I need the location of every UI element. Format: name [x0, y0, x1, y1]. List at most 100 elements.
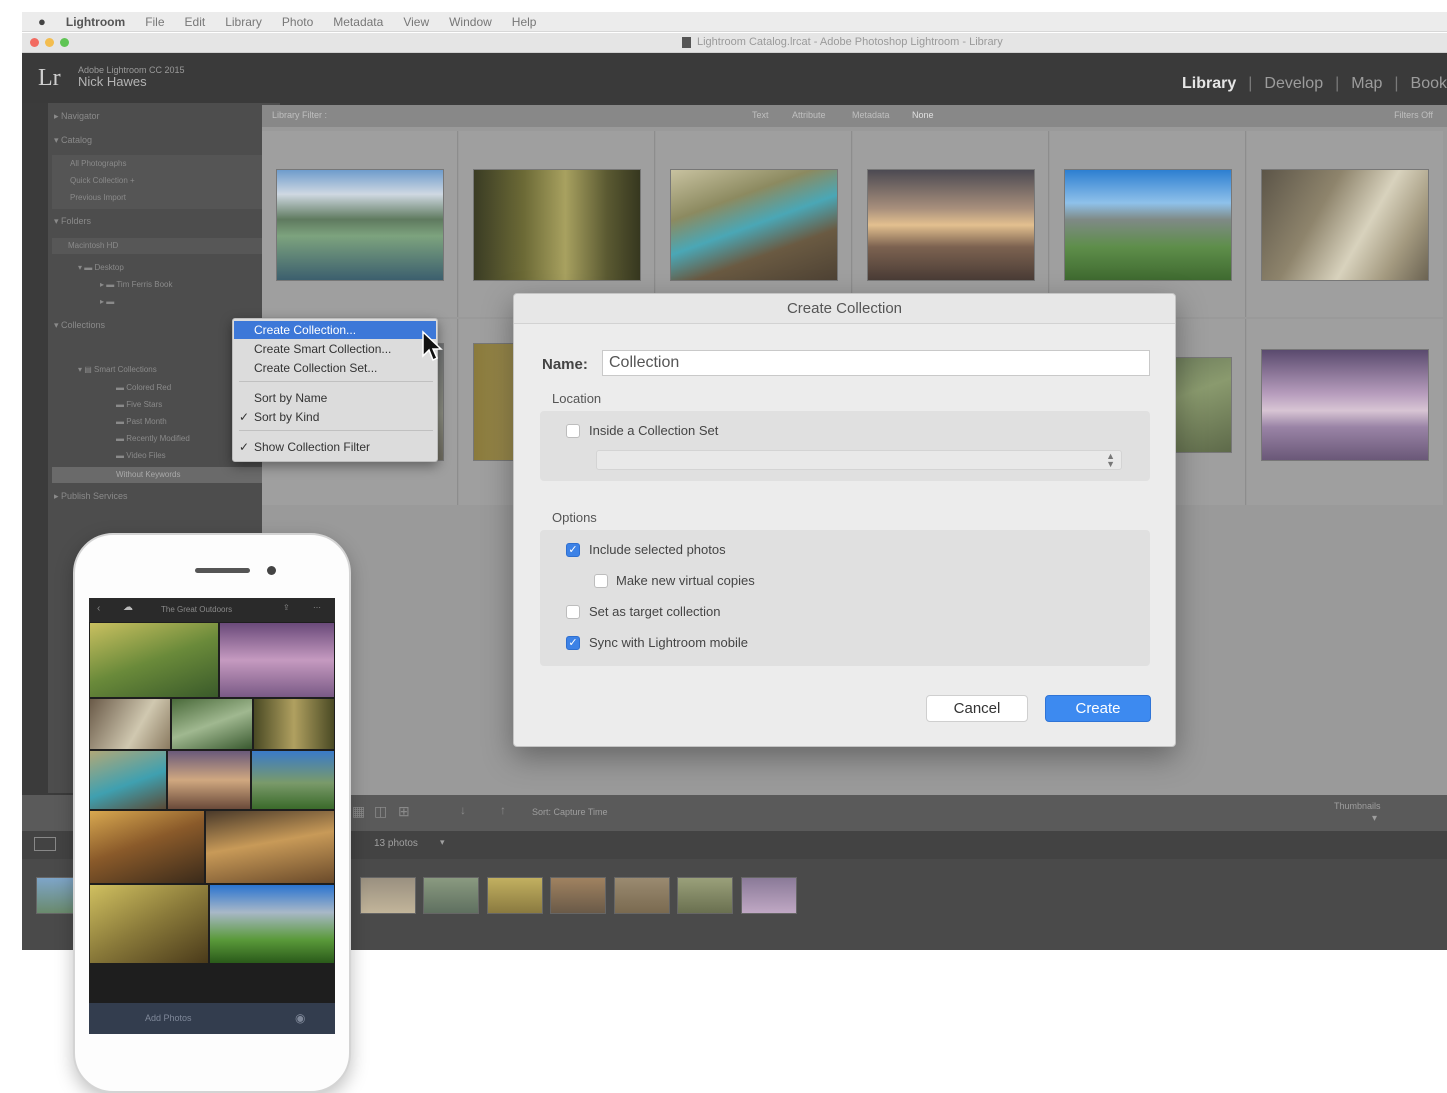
grid-cell[interactable] [262, 131, 458, 317]
add-photos-label[interactable]: Add Photos [145, 1013, 192, 1023]
module-map[interactable]: Map [1351, 75, 1382, 93]
filmstrip-thumbnail[interactable] [550, 877, 606, 914]
menu-metadata[interactable]: Metadata [333, 15, 383, 29]
catalog-item[interactable]: Quick Collection + [70, 176, 135, 187]
set-target-collection-checkbox[interactable] [566, 605, 580, 619]
menu-file[interactable]: File [145, 15, 164, 29]
grid-cell[interactable] [1050, 131, 1246, 317]
photo-thumbnail[interactable] [473, 169, 641, 281]
menu-window[interactable]: Window [449, 15, 492, 29]
collection-row[interactable]: ▬ Recently Modified [116, 434, 190, 445]
chevron-down-icon[interactable]: ▾ [440, 837, 445, 848]
photo-thumbnail[interactable] [1064, 169, 1232, 281]
grid-cell[interactable] [656, 131, 852, 317]
mobile-photo[interactable] [251, 750, 335, 810]
filter-tab-none[interactable]: None [912, 110, 934, 120]
filmstrip-thumbnail[interactable] [423, 877, 479, 914]
mobile-photo[interactable] [253, 698, 335, 750]
mobile-photo[interactable] [205, 810, 335, 884]
camera-icon[interactable]: ◉ [295, 1011, 305, 1025]
volume-row[interactable]: Macintosh HD [52, 238, 276, 254]
module-library[interactable]: Library [1182, 75, 1236, 93]
mobile-photo[interactable] [219, 622, 335, 698]
sort-label[interactable]: Sort: Capture Time [532, 807, 608, 817]
collection-set-row[interactable]: ▾ ▤ Smart Collections [78, 365, 157, 376]
collection-row[interactable]: ▬ Five Stars [116, 400, 162, 411]
mobile-collection-title[interactable]: The Great Outdoors [161, 605, 232, 614]
section-catalog[interactable]: ▾ Catalog [54, 135, 92, 149]
include-selected-photos-label[interactable]: Include selected photos [589, 542, 726, 557]
menu-view[interactable]: View [403, 15, 429, 29]
rotate-icon[interactable]: ↑ [500, 803, 506, 817]
apple-icon[interactable]: ● [38, 14, 46, 29]
filmstrip-thumbnail[interactable] [614, 877, 670, 914]
folder-row[interactable]: ▾ ▬ Desktop [78, 263, 124, 274]
filter-tab-text[interactable]: Text [752, 110, 769, 120]
inside-collection-set-checkbox[interactable] [566, 424, 580, 438]
close-window-button[interactable] [30, 38, 39, 47]
make-virtual-copies-label[interactable]: Make new virtual copies [616, 573, 755, 588]
menu-sort-by-kind[interactable]: ✓ Sort by Kind [234, 408, 436, 426]
mobile-photo[interactable] [89, 622, 219, 698]
menu-create-collection[interactable]: Create Collection... [234, 321, 436, 339]
mobile-photo[interactable] [89, 698, 171, 750]
filmstrip-thumbnail[interactable] [677, 877, 733, 914]
zoom-window-button[interactable] [60, 38, 69, 47]
filmstrip-thumbnail[interactable] [360, 877, 416, 914]
grid-cell[interactable] [459, 131, 655, 317]
module-develop[interactable]: Develop [1264, 75, 1323, 93]
photo-thumbnail[interactable] [276, 169, 444, 281]
create-button[interactable]: Create [1045, 695, 1151, 722]
filmstrip-thumbnail[interactable] [487, 877, 543, 914]
menu-create-collection-set[interactable]: Create Collection Set... [234, 359, 436, 377]
mobile-photo[interactable] [89, 810, 205, 884]
back-icon[interactable]: ‹ [97, 603, 100, 614]
thumbnail-size-slider[interactable]: ▾ [1372, 813, 1377, 824]
make-virtual-copies-checkbox[interactable] [594, 574, 608, 588]
grid-cell[interactable] [1247, 131, 1443, 317]
filter-tab-metadata[interactable]: Metadata [852, 110, 890, 120]
section-navigator[interactable]: ▸ Navigator [54, 111, 100, 125]
minimize-window-button[interactable] [45, 38, 54, 47]
filmstrip-source[interactable]: 13 photos [374, 838, 418, 849]
folder-row[interactable]: ▸ ▬ Tim Ferris Book [100, 280, 172, 291]
collection-row-selected[interactable]: Without Keywords [52, 467, 276, 483]
collection-set-select[interactable]: ▲ ▼ [596, 450, 1122, 470]
catalog-item[interactable]: Previous Import [70, 193, 126, 204]
photo-thumbnail[interactable] [670, 169, 838, 281]
survey-view-icon[interactable]: ⊞ [398, 803, 410, 820]
menu-sort-by-name[interactable]: Sort by Name [234, 389, 436, 407]
set-target-collection-label[interactable]: Set as target collection [589, 604, 721, 619]
mobile-photo[interactable] [89, 884, 209, 964]
collection-name-input[interactable] [602, 350, 1150, 376]
more-icon[interactable]: ⋯ [313, 603, 321, 612]
menu-edit[interactable]: Edit [185, 15, 206, 29]
grid-cell[interactable] [1247, 319, 1443, 505]
sync-lightroom-mobile-checkbox[interactable]: ✓ [566, 636, 580, 650]
mobile-photo[interactable] [209, 884, 335, 964]
photo-thumbnail[interactable] [1261, 169, 1429, 281]
menu-lightroom[interactable]: Lightroom [66, 15, 125, 29]
collection-row[interactable]: ▬ Video Files [116, 451, 166, 462]
folder-row[interactable]: ▸ ▬ [100, 297, 114, 308]
section-folders[interactable]: ▾ Folders [54, 216, 91, 230]
spray-can-icon[interactable]: ↓ [460, 803, 466, 817]
section-publish-services[interactable]: ▸ Publish Services [54, 491, 128, 505]
sync-lightroom-mobile-label[interactable]: Sync with Lightroom mobile [589, 635, 748, 650]
filters-off-label[interactable]: Filters Off [1394, 110, 1433, 120]
mobile-photo[interactable] [171, 698, 253, 750]
photo-thumbnail[interactable] [867, 169, 1035, 281]
grid-cell[interactable] [853, 131, 1049, 317]
collection-row[interactable]: ▬ Colored Red [116, 383, 171, 394]
mobile-photo[interactable] [89, 750, 167, 810]
grid-view-icon[interactable]: ▦ [352, 803, 365, 820]
include-selected-photos-checkbox[interactable]: ✓ [566, 543, 580, 557]
collection-row[interactable]: ▬ Past Month [116, 417, 167, 428]
menu-library[interactable]: Library [225, 15, 262, 29]
menu-photo[interactable]: Photo [282, 15, 313, 29]
share-icon[interactable]: ⇪ [283, 603, 290, 612]
second-window-icon[interactable] [34, 837, 56, 851]
menu-show-collection-filter[interactable]: ✓ Show Collection Filter [234, 438, 436, 456]
menu-help[interactable]: Help [512, 15, 537, 29]
inside-collection-set-label[interactable]: Inside a Collection Set [589, 423, 718, 438]
